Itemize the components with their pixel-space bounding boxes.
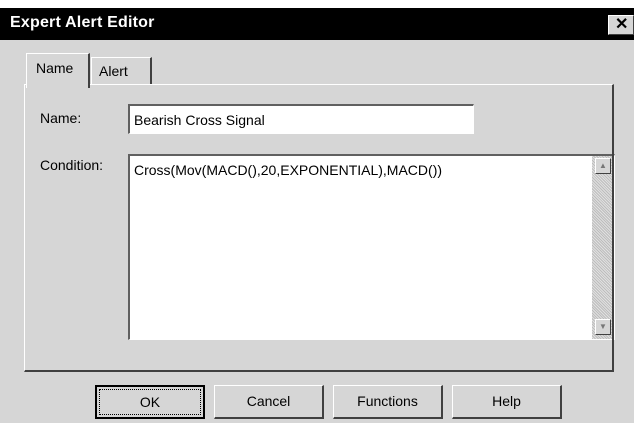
tab-alert[interactable]: Alert — [91, 57, 152, 85]
ok-button[interactable]: OK — [95, 385, 205, 419]
tab-name-label: Name — [36, 60, 74, 76]
functions-button[interactable]: Functions — [333, 385, 443, 419]
tab-panel-name — [24, 84, 614, 372]
cancel-button[interactable]: Cancel — [214, 385, 324, 419]
title-bar[interactable]: Expert Alert Editor ✕ — [0, 8, 634, 40]
close-icon: ✕ — [615, 16, 629, 33]
help-button-label: Help — [492, 393, 521, 409]
close-button[interactable]: ✕ — [608, 15, 634, 35]
tab-name[interactable]: Name — [26, 53, 90, 88]
functions-button-label: Functions — [357, 393, 418, 409]
expert-alert-editor-dialog: Expert Alert Editor ✕ Name Alert Name: B… — [0, 8, 634, 423]
help-button[interactable]: Help — [452, 385, 562, 419]
cancel-button-label: Cancel — [246, 393, 291, 409]
window-title: Expert Alert Editor — [10, 14, 155, 31]
tab-alert-label: Alert — [99, 63, 128, 79]
ok-button-label: OK — [99, 389, 201, 415]
